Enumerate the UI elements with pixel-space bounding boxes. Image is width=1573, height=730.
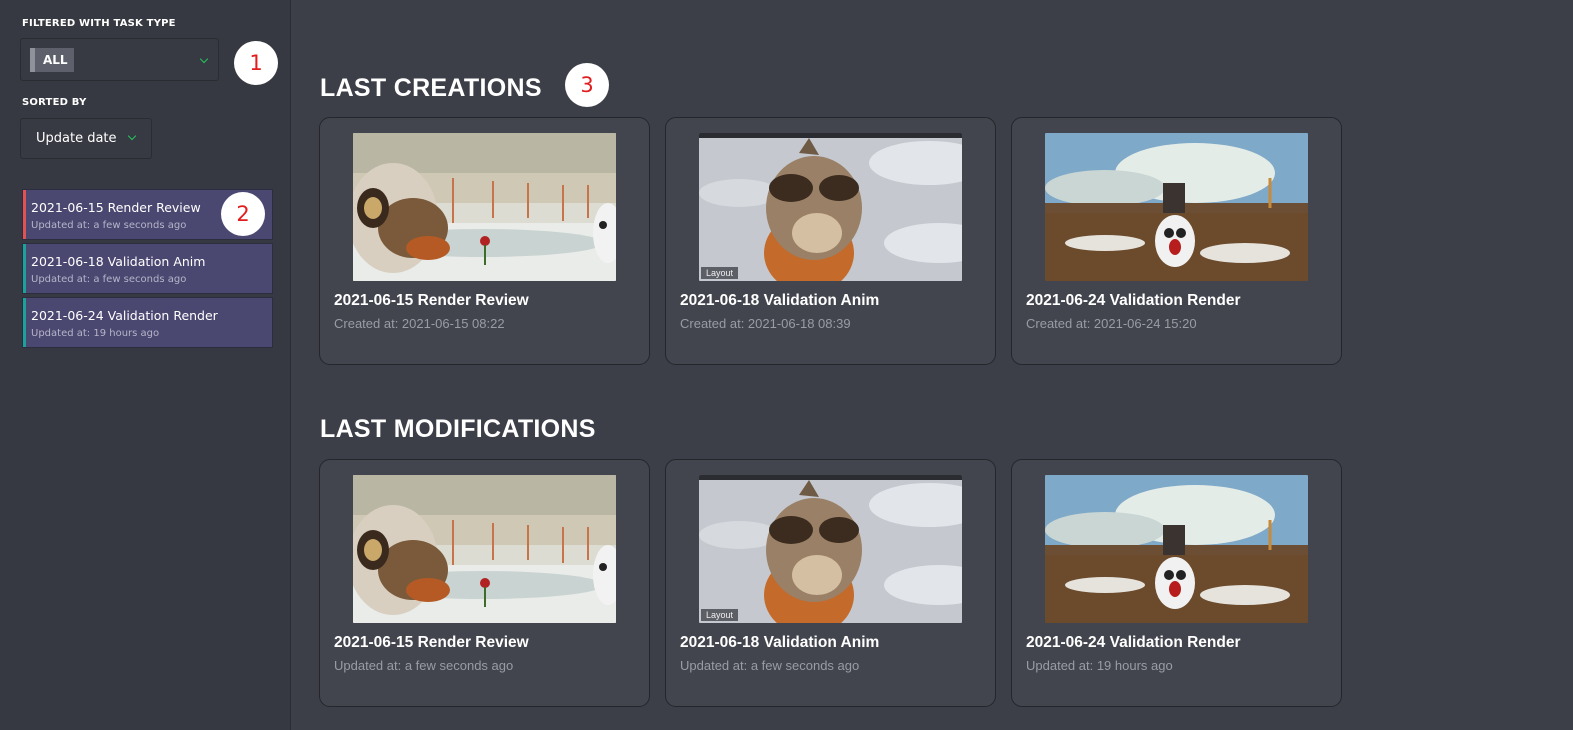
- playlist-updated: Updated at: 19 hours ago: [31, 328, 160, 339]
- penguin-landscape-icon: [1045, 475, 1308, 623]
- playlist-item[interactable]: 2021-06-24 Validation Render Updated at:…: [22, 297, 273, 348]
- playlist-title: 2021-06-24 Validation Render: [31, 308, 218, 323]
- callout-2: 2: [221, 192, 265, 236]
- playlist-card[interactable]: 2021-06-15 Render Review Updated at: a f…: [319, 459, 650, 707]
- card-subtitle: Created at: 2021-06-18 08:39: [680, 316, 851, 331]
- hud-bar: [699, 475, 962, 480]
- animal-head-icon: Layout: [699, 475, 962, 623]
- section-title-creations: LAST CREATIONS: [320, 74, 542, 102]
- callout-3: 3: [565, 63, 609, 107]
- hud-bar: [699, 133, 962, 138]
- playlist-card[interactable]: Layout 2021-06-18 Validation Anim Update…: [665, 459, 996, 707]
- card-title: 2021-06-15 Render Review: [334, 292, 529, 309]
- snow-creature-icon: [353, 475, 616, 623]
- callout-1: 1: [234, 41, 278, 85]
- playlist-color-bar: [23, 298, 26, 347]
- card-subtitle: Updated at: 19 hours ago: [1026, 658, 1173, 673]
- playlist-card[interactable]: 2021-06-15 Render Review Created at: 202…: [319, 117, 650, 365]
- playlist-color-bar: [23, 244, 26, 293]
- card-title: 2021-06-18 Validation Anim: [680, 292, 880, 309]
- sort-label: SORTED BY: [22, 97, 87, 108]
- sidebar: FILTERED WITH TASK TYPE ALL 1 SORTED BY …: [0, 0, 291, 730]
- chevron-down-icon: [127, 131, 137, 141]
- chevron-down-icon: [199, 54, 209, 64]
- playlist-title: 2021-06-15 Render Review: [31, 200, 201, 215]
- playlist-title: 2021-06-18 Validation Anim: [31, 254, 206, 269]
- playlist-card[interactable]: 2021-06-24 Validation Render Updated at:…: [1011, 459, 1342, 707]
- layout-overlay: Layout: [701, 267, 739, 279]
- penguin-landscape-icon: [1045, 133, 1308, 281]
- animal-head-icon: Layout: [699, 133, 962, 281]
- card-subtitle: Created at: 2021-06-24 15:20: [1026, 316, 1197, 331]
- playlist-color-bar: [23, 190, 26, 239]
- card-subtitle: Updated at: a few seconds ago: [334, 658, 514, 673]
- playlist-updated: Updated at: a few seconds ago: [31, 274, 187, 285]
- card-title: 2021-06-18 Validation Anim: [680, 634, 880, 651]
- playlist-item[interactable]: 2021-06-18 Validation Anim Updated at: a…: [22, 243, 273, 294]
- card-title: 2021-06-15 Render Review: [334, 634, 529, 651]
- task-type-select[interactable]: ALL: [20, 38, 219, 81]
- playlist-card[interactable]: Layout 2021-06-18 Validation Anim Create…: [665, 117, 996, 365]
- layout-overlay: Layout: [701, 609, 739, 621]
- section-title-modifications: LAST MODIFICATIONS: [320, 415, 596, 443]
- card-subtitle: Created at: 2021-06-15 08:22: [334, 316, 505, 331]
- card-subtitle: Updated at: a few seconds ago: [680, 658, 860, 673]
- sort-select[interactable]: Update date: [20, 118, 152, 159]
- snow-creature-icon: [353, 133, 616, 281]
- playlist-card[interactable]: 2021-06-24 Validation Render Created at:…: [1011, 117, 1342, 365]
- filter-label: FILTERED WITH TASK TYPE: [22, 18, 176, 29]
- card-title: 2021-06-24 Validation Render: [1026, 292, 1241, 309]
- task-type-tag: ALL: [30, 48, 74, 72]
- card-title: 2021-06-24 Validation Render: [1026, 634, 1241, 651]
- playlist-updated: Updated at: a few seconds ago: [31, 220, 187, 231]
- sort-value: Update date: [36, 131, 117, 146]
